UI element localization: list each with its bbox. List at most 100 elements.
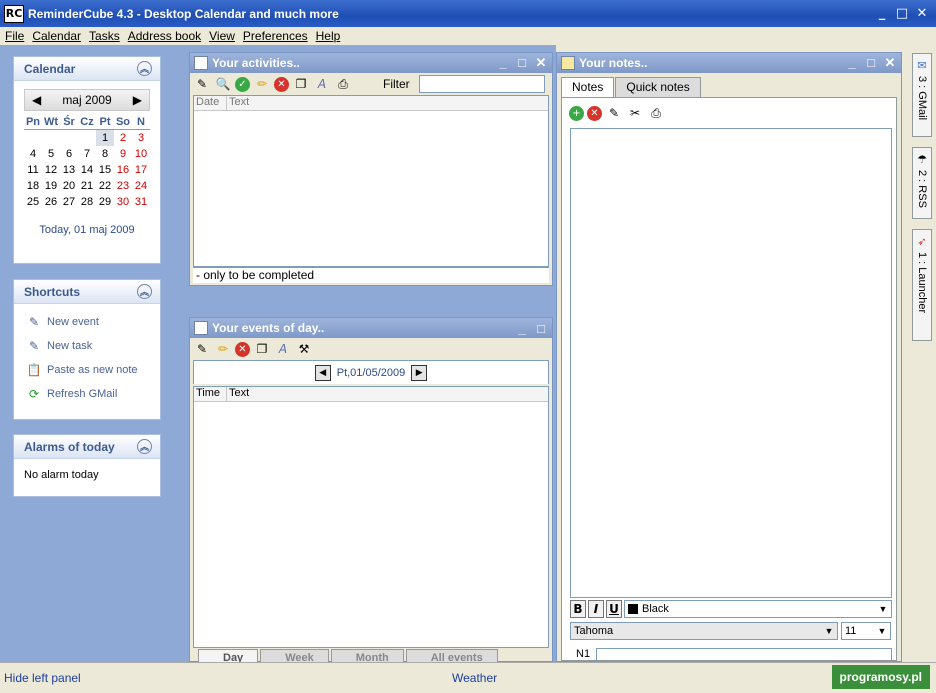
tab-day[interactable]: Day [198, 649, 259, 664]
note-name-field[interactable] [596, 648, 892, 662]
edit-event-icon[interactable]: ✏ [214, 340, 232, 358]
calendar-day[interactable]: 6 [60, 146, 78, 162]
column-date[interactable]: Date [194, 96, 227, 110]
calendar-day[interactable]: 7 [78, 146, 96, 162]
collapse-shortcuts-icon[interactable]: ︽ [137, 284, 152, 299]
tab-notes[interactable]: Notes [561, 77, 615, 97]
column-text[interactable]: Text [227, 96, 548, 110]
tab-quick-notes[interactable]: Quick notes [615, 77, 701, 97]
events-maximize-icon[interactable]: □ [534, 321, 548, 336]
edit-note-icon[interactable]: ✎ [605, 104, 623, 122]
tools-icon[interactable]: ⚒ [295, 340, 313, 358]
tab-gmail[interactable]: ✉ 3 : GMail [912, 53, 932, 137]
calendar-day[interactable]: 27 [60, 194, 78, 210]
add-note-icon[interactable]: + [569, 105, 584, 121]
weather-link[interactable]: Weather [452, 671, 497, 685]
calendar-day[interactable]: 13 [60, 162, 78, 178]
italic-button[interactable]: I [588, 600, 604, 618]
events-minimize-icon[interactable]: _ [515, 321, 529, 336]
collapse-alarms-icon[interactable]: ︽ [137, 439, 152, 454]
calendar-day[interactable]: 22 [96, 178, 114, 194]
calendar-day[interactable]: 5 [42, 146, 60, 162]
calendar-day[interactable]: 12 [42, 162, 60, 178]
tab-all-events[interactable]: All events [405, 649, 498, 664]
calendar-day[interactable]: 24 [132, 178, 150, 194]
activities-minimize-icon[interactable]: _ [496, 55, 510, 71]
notes-maximize-icon[interactable]: □ [864, 55, 878, 71]
color-select[interactable]: Black ▼ [624, 600, 892, 618]
calendar-day[interactable]: 16 [114, 162, 132, 178]
close-button[interactable]: ✕ [914, 6, 930, 22]
delete-icon[interactable]: ✕ [274, 76, 289, 92]
minimize-button[interactable]: _ [874, 6, 890, 22]
maximize-button[interactable]: □ [894, 6, 910, 22]
tab-launcher[interactable]: ➶ 1 : Launcher [912, 229, 932, 341]
copy-icon[interactable]: ❐ [292, 75, 310, 93]
notes-close-icon[interactable]: ✕ [883, 55, 897, 71]
shortcut-paste-note[interactable]: 📋 Paste as new note [14, 358, 160, 382]
menu-tasks[interactable]: Tasks [86, 29, 123, 43]
tab-week[interactable]: Week [260, 649, 329, 664]
shortcut-new-event[interactable]: ✎ New event [14, 310, 160, 334]
calendar-day[interactable]: 14 [78, 162, 96, 178]
prev-month-icon[interactable]: ◀ [32, 93, 41, 107]
complete-icon[interactable]: ✓ [235, 76, 250, 92]
calendar-day[interactable]: 15 [96, 162, 114, 178]
underline-button[interactable]: U [606, 600, 622, 618]
new-activity-icon[interactable]: ✎ [193, 75, 211, 93]
size-select[interactable]: 11 ▼ [841, 622, 891, 640]
font-select[interactable]: Tahoma ▼ [570, 622, 838, 640]
filter-input[interactable] [418, 75, 545, 93]
calendar-day[interactable]: 26 [42, 194, 60, 210]
font-icon[interactable]: A [313, 75, 331, 93]
calendar-day[interactable]: 28 [78, 194, 96, 210]
calendar-day[interactable]: 25 [24, 194, 42, 210]
events-list[interactable]: Time Text [193, 386, 549, 648]
delete-event-icon[interactable]: ✕ [235, 341, 250, 357]
calendar-day[interactable]: 23 [114, 178, 132, 194]
calendar-day[interactable]: 29 [96, 194, 114, 210]
calendar-day[interactable]: 9 [114, 146, 132, 162]
menu-file[interactable]: File [2, 29, 27, 43]
print-icon[interactable]: ⎙ [334, 75, 352, 93]
activities-list[interactable]: Date Text [193, 95, 549, 267]
calendar-day[interactable]: 20 [60, 178, 78, 194]
calendar-day[interactable]: 3 [132, 130, 150, 146]
next-month-icon[interactable]: ▶ [133, 93, 142, 107]
menu-address-book[interactable]: Address book [125, 29, 204, 43]
calendar-day[interactable]: 1 [96, 130, 114, 146]
note-editor[interactable] [570, 128, 892, 598]
prev-day-icon[interactable]: ◀ [314, 364, 331, 381]
calendar-day[interactable]: 17 [132, 162, 150, 178]
notes-minimize-icon[interactable]: _ [845, 55, 859, 71]
calendar-day[interactable]: 21 [78, 178, 96, 194]
hide-left-panel-link[interactable]: Hide left panel [4, 671, 81, 685]
shortcut-refresh-gmail[interactable]: ⟳ Refresh GMail [14, 382, 160, 406]
next-day-icon[interactable]: ▶ [411, 364, 428, 381]
menu-help[interactable]: Help [313, 29, 344, 43]
menu-calendar[interactable]: Calendar [29, 29, 84, 43]
calendar-day[interactable]: 2 [114, 130, 132, 146]
activities-maximize-icon[interactable]: □ [515, 55, 529, 71]
shortcut-new-task[interactable]: ✎ New task [14, 334, 160, 358]
calendar-day[interactable]: 4 [24, 146, 42, 162]
calendar-day[interactable]: 11 [24, 162, 42, 178]
menu-view[interactable]: View [206, 29, 238, 43]
menu-preferences[interactable]: Preferences [240, 29, 311, 43]
column-time[interactable]: Time [194, 387, 227, 401]
calendar-day[interactable]: 18 [24, 178, 42, 194]
print-note-icon[interactable]: ⎙ [647, 104, 665, 122]
attach-note-icon[interactable]: ✂ [626, 104, 644, 122]
event-font-icon[interactable]: A [274, 340, 292, 358]
calendar-day[interactable]: 31 [132, 194, 150, 210]
collapse-calendar-icon[interactable]: ︽ [137, 61, 152, 76]
calendar-day[interactable]: 8 [96, 146, 114, 162]
tab-rss[interactable]: ☂ 2 : RSS [912, 147, 932, 219]
tab-month[interactable]: Month [330, 649, 404, 664]
delete-note-icon[interactable]: ✕ [587, 105, 602, 121]
calendar-day[interactable]: 10 [132, 146, 150, 162]
activities-close-icon[interactable]: ✕ [534, 55, 548, 71]
edit-pencil-icon[interactable]: ✏ [253, 75, 271, 93]
today-link[interactable]: Today, 01 maj 2009 [14, 224, 160, 236]
new-event-tool-icon[interactable]: ✎ [193, 340, 211, 358]
